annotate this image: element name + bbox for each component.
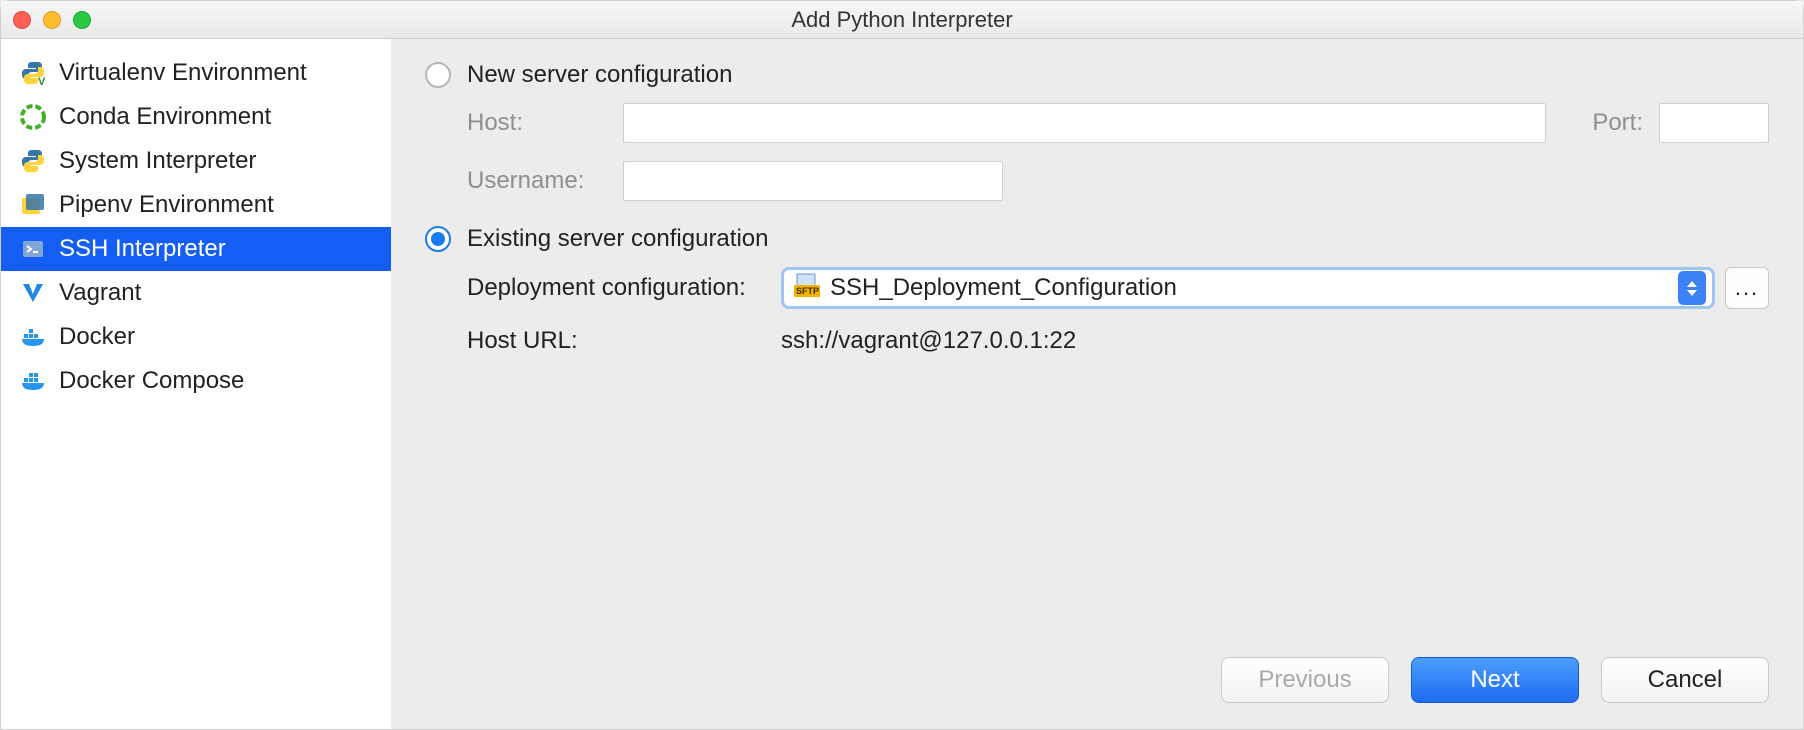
radio-unchecked-icon <box>425 62 451 88</box>
host-url-label: Host URL: <box>467 327 765 355</box>
interpreter-type-sidebar: V Virtualenv Environment Conda Environme… <box>1 39 391 729</box>
sidebar-item-system[interactable]: System Interpreter <box>1 139 391 183</box>
combo-arrows-icon <box>1678 271 1706 305</box>
new-server-radio-label: New server configuration <box>467 61 732 89</box>
port-label: Port: <box>1592 109 1643 137</box>
sidebar-item-docker[interactable]: Docker <box>1 315 391 359</box>
sidebar-item-virtualenv[interactable]: V Virtualenv Environment <box>1 51 391 95</box>
docker-icon <box>19 323 47 351</box>
host-url-value: ssh://vagrant@127.0.0.1:22 <box>781 327 1076 355</box>
sidebar-item-label: System Interpreter <box>59 147 256 175</box>
deployment-config-value: SSH_Deployment_Configuration <box>830 274 1668 302</box>
svg-text:V: V <box>38 76 46 86</box>
sidebar-item-ssh[interactable]: SSH Interpreter <box>1 227 391 271</box>
cancel-button-label: Cancel <box>1648 666 1723 694</box>
deployment-config-combo[interactable]: SFTP SSH_Deployment_Configuration <box>781 267 1715 309</box>
username-input[interactable] <box>623 161 1003 201</box>
host-input[interactable] <box>623 103 1546 143</box>
conda-icon <box>19 103 47 131</box>
sftp-icon: SFTP <box>794 273 820 304</box>
python-v-icon: V <box>19 59 47 87</box>
existing-server-radio-row[interactable]: Existing server configuration <box>425 225 1769 253</box>
docker-compose-icon <box>19 367 47 395</box>
next-button-label: Next <box>1470 666 1519 694</box>
sidebar-item-conda[interactable]: Conda Environment <box>1 95 391 139</box>
sidebar-item-label: Conda Environment <box>59 103 271 131</box>
next-button[interactable]: Next <box>1411 657 1579 703</box>
previous-button-label: Previous <box>1258 666 1351 694</box>
existing-server-radio-label: Existing server configuration <box>467 225 768 253</box>
sidebar-item-label: Docker <box>59 323 135 351</box>
window-title: Add Python Interpreter <box>1 7 1803 33</box>
ssh-icon <box>19 235 47 263</box>
ellipsis-icon: ... <box>1735 275 1759 301</box>
ssh-interpreter-form: New server configuration Host: Port: Use… <box>391 39 1803 729</box>
sidebar-item-label: Docker Compose <box>59 367 244 395</box>
vagrant-icon <box>19 279 47 307</box>
sidebar-item-label: Pipenv Environment <box>59 191 274 219</box>
radio-checked-icon <box>425 226 451 252</box>
deployment-config-browse-button[interactable]: ... <box>1725 267 1769 309</box>
python-icon <box>19 147 47 175</box>
sidebar-item-label: SSH Interpreter <box>59 235 226 263</box>
existing-server-fields: Deployment configuration: SFTP SSH_Deplo… <box>467 267 1769 373</box>
previous-button[interactable]: Previous <box>1221 657 1389 703</box>
cancel-button[interactable]: Cancel <box>1601 657 1769 703</box>
sidebar-item-label: Vagrant <box>59 279 141 307</box>
sidebar-item-label: Virtualenv Environment <box>59 59 307 87</box>
sidebar-item-pipenv[interactable]: Pipenv Environment <box>1 183 391 227</box>
new-server-fields: Host: Port: Username: <box>467 103 1769 219</box>
port-input[interactable] <box>1659 103 1769 143</box>
deployment-config-label: Deployment configuration: <box>467 274 765 302</box>
sidebar-item-vagrant[interactable]: Vagrant <box>1 271 391 315</box>
svg-text:SFTP: SFTP <box>796 286 819 296</box>
titlebar: Add Python Interpreter <box>1 1 1803 39</box>
main-area: V Virtualenv Environment Conda Environme… <box>1 39 1803 729</box>
new-server-radio-row[interactable]: New server configuration <box>425 61 1769 89</box>
sidebar-item-docker-compose[interactable]: Docker Compose <box>1 359 391 403</box>
host-label: Host: <box>467 109 607 137</box>
pipenv-icon <box>19 191 47 219</box>
wizard-button-bar: Previous Next Cancel <box>1221 657 1769 703</box>
username-label: Username: <box>467 167 607 195</box>
